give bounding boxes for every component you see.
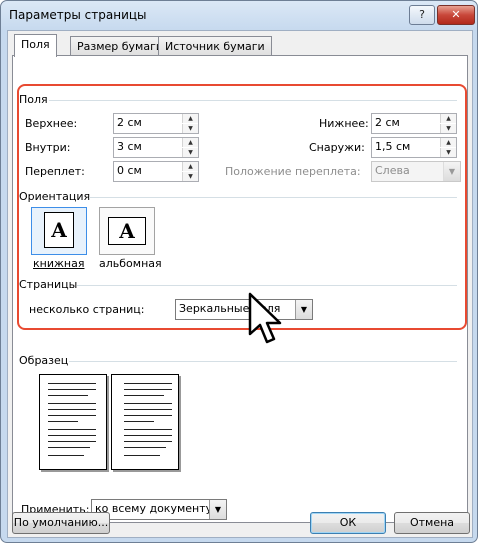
gutter-position-value: Слева — [375, 164, 410, 177]
landscape-label[interactable]: альбомная — [99, 257, 162, 270]
spin-up-icon[interactable]: ▲ — [440, 138, 456, 147]
preview-page-right — [111, 374, 179, 470]
outside-margin-value: 1,5 см — [375, 140, 411, 153]
apply-to-value: ко всему документу — [95, 502, 213, 515]
gutter-position-select: Слева ▼ — [371, 161, 461, 182]
gutter-spinner[interactable]: 0 см ▲ ▼ — [113, 161, 199, 182]
spin-up-icon[interactable]: ▲ — [182, 138, 198, 147]
inside-margin-value: 3 см — [117, 140, 142, 153]
spin-down-icon[interactable]: ▼ — [182, 124, 198, 133]
preview-page-left — [39, 374, 107, 470]
cancel-button[interactable]: Отмена — [394, 512, 470, 534]
preview-group-label: Образец — [19, 354, 69, 367]
chevron-down-icon: ▼ — [443, 162, 460, 181]
apply-to-select[interactable]: ко всему документу ▼ — [91, 499, 227, 520]
divider — [77, 285, 457, 286]
outside-margin-spinner[interactable]: 1,5 см ▲ ▼ — [371, 137, 457, 158]
inside-margin-label: Внутри: — [25, 141, 71, 154]
dialog-body: Поля Размер бумаги Источник бумаги Поля … — [7, 30, 473, 538]
spin-down-icon[interactable]: ▼ — [182, 148, 198, 157]
portrait-button[interactable]: A — [31, 207, 87, 255]
portrait-label[interactable]: книжная — [33, 257, 84, 270]
spin-up-icon[interactable]: ▲ — [440, 114, 456, 123]
tab-panel: Поля Верхнее: 2 см ▲ ▼ Нижнее: 2 см ▲ ▼ … — [12, 55, 468, 523]
divider — [69, 361, 457, 362]
outside-margin-label: Снаружи: — [309, 141, 365, 154]
margins-group-label: Поля — [19, 93, 48, 106]
gutter-position-label: Положение переплета: — [225, 165, 361, 178]
close-button[interactable]: ✕ — [437, 5, 475, 25]
gutter-label: Переплет: — [25, 165, 85, 178]
divider — [89, 197, 457, 198]
spin-down-icon[interactable]: ▼ — [182, 172, 198, 181]
ok-button[interactable]: ОК — [310, 512, 386, 534]
tab-paper-source[interactable]: Источник бумаги — [158, 36, 272, 56]
chevron-down-icon[interactable]: ▼ — [295, 300, 312, 319]
page-setup-dialog: Параметры страницы ? ✕ Поля Размер бумаг… — [0, 0, 478, 543]
inside-margin-spinner[interactable]: 3 см ▲ ▼ — [113, 137, 199, 158]
title-bar: Параметры страницы ? ✕ — [1, 1, 477, 29]
tab-margins[interactable]: Поля — [14, 34, 57, 57]
tab-paper-size[interactable]: Размер бумаги — [70, 36, 171, 56]
pages-group-label: Страницы — [19, 278, 78, 291]
orientation-group-label: Ориентация — [19, 190, 91, 203]
set-default-button[interactable]: По умолчанию... — [12, 512, 110, 534]
landscape-page-icon: A — [108, 217, 146, 245]
bottom-margin-value: 2 см — [375, 116, 400, 129]
spin-down-icon[interactable]: ▼ — [440, 148, 456, 157]
top-margin-spinner[interactable]: 2 см ▲ ▼ — [113, 113, 199, 134]
landscape-button[interactable]: A — [99, 207, 155, 255]
multiple-pages-select[interactable]: Зеркальные поля ▼ — [175, 299, 313, 320]
spin-down-icon[interactable]: ▼ — [440, 124, 456, 133]
bottom-margin-label: Нижнее: — [319, 117, 369, 130]
mouse-pointer-icon — [248, 292, 282, 344]
gutter-value: 0 см — [117, 164, 142, 177]
spin-up-icon[interactable]: ▲ — [182, 162, 198, 171]
top-margin-label: Верхнее: — [25, 117, 78, 130]
window-title: Параметры страницы — [9, 8, 147, 22]
help-button[interactable]: ? — [409, 5, 435, 25]
portrait-page-icon: A — [44, 212, 74, 248]
multiple-pages-label: несколько страниц: — [29, 303, 145, 316]
chevron-down-icon[interactable]: ▼ — [209, 500, 226, 519]
bottom-margin-spinner[interactable]: 2 см ▲ ▼ — [371, 113, 457, 134]
top-margin-value: 2 см — [117, 116, 142, 129]
divider — [49, 100, 457, 101]
spin-up-icon[interactable]: ▲ — [182, 114, 198, 123]
